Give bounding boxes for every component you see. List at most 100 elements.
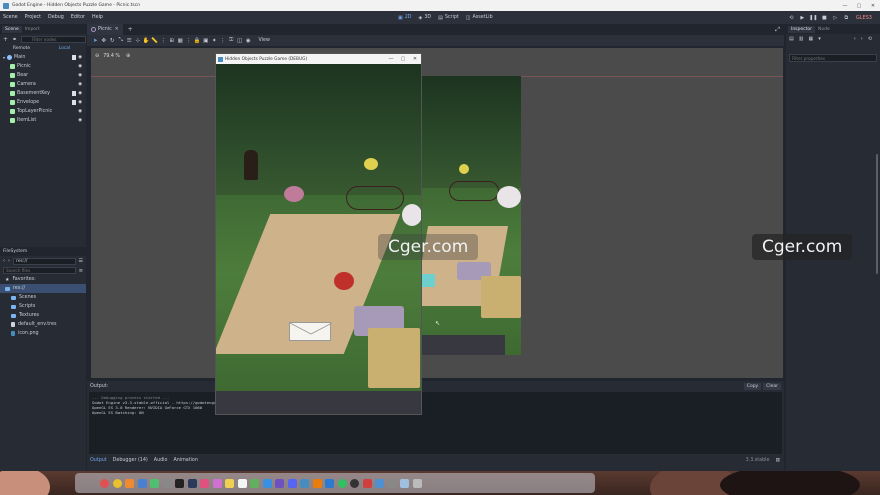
tree-node-basementkey[interactable]: BasementKey ◉ [3,89,86,98]
zoom-in-icon[interactable]: ⊕ [126,53,130,59]
smart-snap-icon[interactable]: ⊞ [168,38,177,44]
play-custom-button[interactable]: ⧉ [841,15,852,21]
move-tool-icon[interactable]: ✥ [100,38,109,44]
unlock-icon[interactable]: ⚿ [227,37,236,44]
close-button[interactable]: ✕ [866,3,880,9]
tree-node-picnic[interactable]: Picnic ◉ [3,62,86,71]
new-resource-icon[interactable]: ▤ [789,36,794,42]
spotify-app-icon[interactable] [337,478,347,488]
tree-node-camera[interactable]: Camera ◉ [3,80,86,89]
output-console[interactable]: --- Debugging process started --- Godot … [89,392,782,454]
chrome-app-icon[interactable] [112,478,122,488]
blender-app-icon[interactable] [312,478,322,488]
add-scene-tab-icon[interactable]: + [128,26,133,33]
ruler-icon[interactable]: 📏 [151,38,160,44]
play-button[interactable]: ▶ [797,15,808,21]
files-app-icon[interactable] [375,478,384,488]
terminal-app-icon[interactable] [175,478,184,488]
bear-sprite[interactable] [244,150,258,180]
zoom-level[interactable]: 79.4 % [103,54,120,59]
mode-assetlib-button[interactable]: ◫ AssetLib [466,15,493,21]
fs-file-icon-png[interactable]: icon.png [0,329,86,338]
preview-app-icon[interactable] [400,478,409,488]
play-scene-button[interactable]: ▷ [830,15,841,21]
visibility-eye-icon[interactable]: ◉ [78,73,82,78]
menu-project[interactable]: Project [25,15,41,20]
menu-debug[interactable]: Debug [48,15,64,20]
mode-script-button[interactable]: ▤ Script [438,15,459,21]
stop-button[interactable]: ■ [819,15,830,21]
tab-inspector[interactable]: Inspector [788,25,815,33]
save-resource-icon[interactable]: ▦ [808,36,813,42]
tab-import[interactable]: Import [22,26,43,33]
distraction-free-icon[interactable]: ⤢ [775,26,780,34]
fs-favorites[interactable]: ★ Favorites: [0,275,86,284]
resource-menu-icon[interactable]: ▾ [818,36,821,42]
pivot-icon[interactable]: ⊹ [134,38,143,44]
scale-tool-icon[interactable]: ⤡ [117,37,126,44]
close-tab-icon[interactable]: ✕ [115,27,119,32]
collapse-arrow-icon[interactable]: ▾ [3,55,5,60]
history-forward-icon[interactable]: › [861,36,863,42]
browser-app-icon[interactable] [362,478,372,488]
skeleton-icon[interactable]: ✦ [210,38,219,44]
local-button[interactable]: Local [43,46,86,51]
script-icon[interactable] [72,91,77,96]
tab-node[interactable]: Node [815,26,833,33]
visibility-icon[interactable]: ◉ [244,38,253,44]
visibility-eye-icon[interactable]: ◉ [78,118,82,123]
calendar-app-icon[interactable] [237,478,247,488]
firefox-app-icon[interactable] [125,478,134,488]
add-node-icon[interactable]: + [3,36,8,43]
vscode-app-icon[interactable] [325,478,334,488]
menu-scene[interactable]: Scene [3,15,18,20]
discord-app-icon[interactable] [287,478,297,488]
store-app-icon[interactable] [262,478,272,488]
filter-properties-input[interactable] [789,54,877,62]
notes-app-icon[interactable] [225,478,234,488]
mode-2d-button[interactable]: ▣ 2D [398,15,411,21]
maps-app-icon[interactable] [250,478,259,488]
script-icon[interactable] [72,100,77,105]
tab-output[interactable]: Output [90,458,107,463]
inspector-scrollbar[interactable] [876,154,878,274]
back-arrow-icon[interactable]: ‹ [3,258,5,264]
renderer-label[interactable]: GLES3 [856,15,872,21]
clear-button[interactable]: Clear [763,383,781,390]
view-menu-button[interactable]: View [259,38,270,43]
calc-app-icon[interactable] [387,478,397,488]
tab-scene[interactable]: Scene [2,25,22,33]
visibility-eye-icon[interactable]: ◉ [78,64,82,69]
fs-folder-res[interactable]: res:// [0,284,86,293]
pin-panel-icon[interactable]: ▥ [775,458,780,463]
tree-node-bear[interactable]: Bear ◉ [3,71,86,80]
split-mode-icon[interactable]: ☰ [79,258,83,264]
obs-app-icon[interactable] [350,478,359,488]
search-files-input[interactable] [3,267,76,274]
select-tool-icon[interactable]: ➤ [91,38,100,44]
lock-icon[interactable]: 🔒 [193,38,202,44]
open-resource-icon[interactable]: ▥ [799,36,804,42]
maximize-button[interactable]: ▢ [852,3,866,9]
finder-app-icon[interactable] [100,478,109,488]
remote-debug-icon[interactable]: ⟲ [786,15,797,21]
mode-3d-button[interactable]: ◈ 3D [418,15,431,21]
list-select-icon[interactable]: ☰ [125,38,134,44]
fs-folder-scenes[interactable]: Scenes [0,293,86,302]
game-maximize-button[interactable]: ▢ [397,56,409,62]
editor-app-icon[interactable] [275,478,284,488]
remote-button[interactable]: Remote [0,46,43,51]
fs-file-default-env[interactable]: default_env.tres [0,320,86,329]
grid-snap-icon[interactable]: ▦ [176,38,185,44]
envelope-sprite[interactable] [289,322,332,341]
canvas-viewport[interactable]: ⊖ 79.4 % ⊕ ↖ [91,48,783,378]
tree-node-main[interactable]: ▾ Main ◉ [3,53,86,62]
picnic-scene-image[interactable] [216,64,421,391]
settings-app-icon[interactable] [162,478,172,488]
copy-button[interactable]: Copy [743,383,762,390]
pause-button[interactable]: ❚❚ [808,15,819,21]
steam-app-icon[interactable] [187,478,197,488]
fs-folder-textures[interactable]: Textures [0,311,86,320]
group-icon[interactable]: ▣ [202,38,211,44]
ungroup-icon[interactable]: ◫ [236,38,245,44]
